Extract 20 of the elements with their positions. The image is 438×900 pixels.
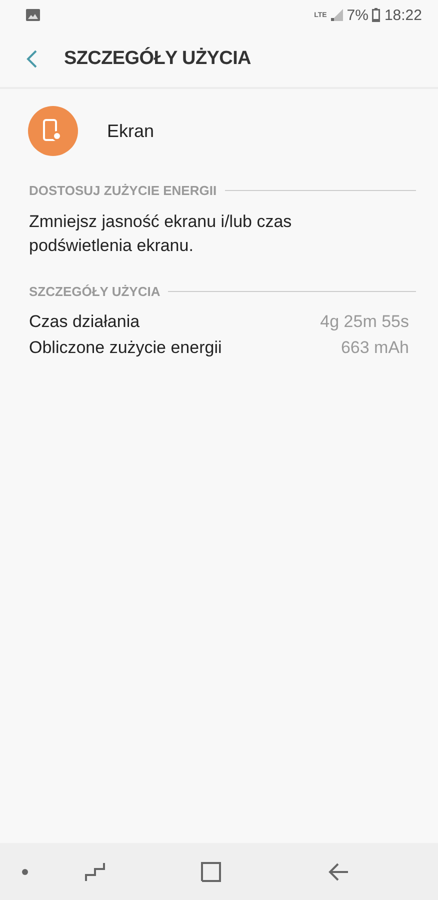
chevron-left-icon: [26, 48, 38, 68]
image-icon: [26, 9, 40, 21]
signal-icon: [330, 9, 343, 21]
tip-text: Zmniejsz jasność ekranu i/lub czas podświetlenia ekranu.: [28, 211, 293, 257]
detail-value: 663 mAh: [340, 337, 409, 359]
app-name: Ekran: [107, 120, 154, 142]
battery-icon: [372, 8, 380, 22]
detail-value: 4g 25m 55s: [320, 311, 409, 333]
square-icon: [200, 860, 222, 882]
detail-label: Czas działania: [29, 311, 140, 333]
phone-settings-icon: [28, 106, 78, 156]
section-header: SZCZEGÓŁY UŻYCIA: [29, 284, 160, 299]
back-arrow-icon: [328, 860, 350, 882]
section-header: DOSTOSUJ ZUŻYCIE ENERGII: [29, 183, 217, 198]
detail-label: Obliczone zużycie energii: [29, 337, 222, 359]
battery-level: 7%: [346, 6, 368, 24]
clock: 18:22: [384, 6, 422, 24]
recents-icon: [84, 860, 106, 882]
page-title: SZCZEGÓŁY UŻYCIA: [64, 48, 251, 70]
dot-icon: [22, 868, 28, 874]
